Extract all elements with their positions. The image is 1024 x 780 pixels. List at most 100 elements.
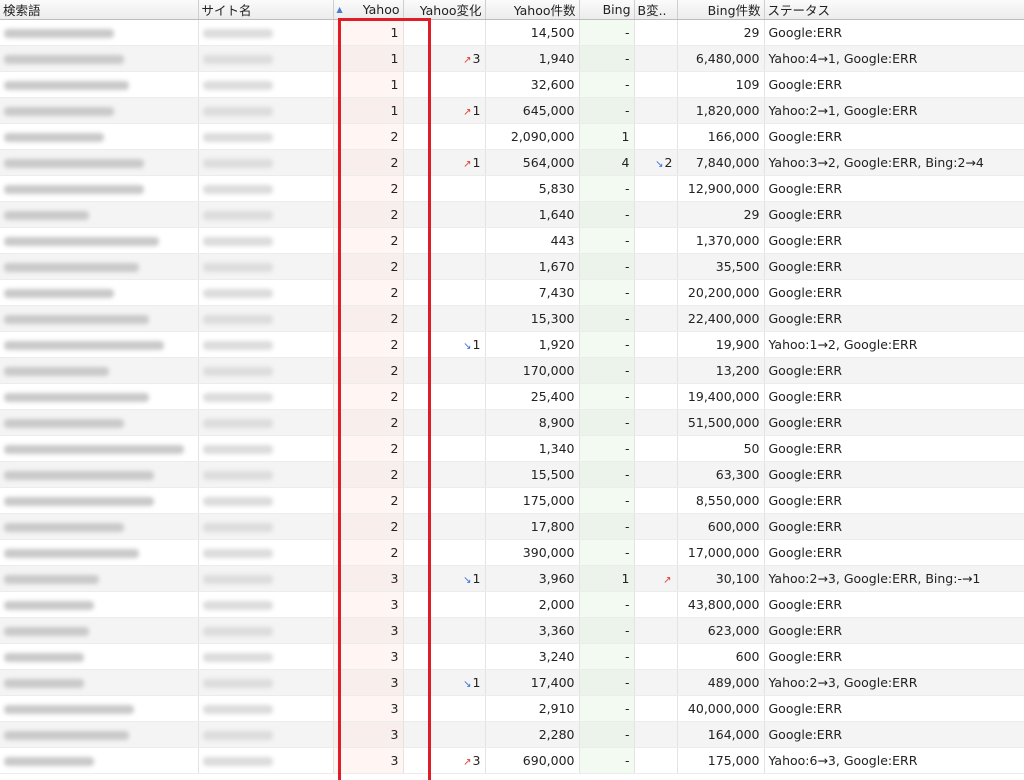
table-row[interactable]: 2 170,000 - 13,200 Google:ERR bbox=[0, 357, 1024, 384]
col-header-site[interactable]: サイト名 bbox=[198, 0, 334, 20]
col-header-yahoo[interactable]: ▲ Yahoo bbox=[333, 0, 404, 20]
site-cell bbox=[198, 513, 334, 540]
yahoo-change-cell bbox=[403, 695, 486, 722]
bing-rank-cell: - bbox=[579, 45, 635, 72]
status-text: Google:ERR bbox=[768, 389, 843, 404]
status-cell: Google:ERR bbox=[764, 175, 1024, 202]
table-row[interactable]: 2 15,500 - 63,300 Google:ERR bbox=[0, 461, 1024, 488]
table-row[interactable]: 2 5,830 - 12,900,000 Google:ERR bbox=[0, 175, 1024, 202]
table-row[interactable]: 2 390,000 - 17,000,000 Google:ERR bbox=[0, 539, 1024, 566]
table-row[interactable]: 2 ↘1 1,920 - 19,900 Yahoo:1→2, Google:ERR bbox=[0, 331, 1024, 358]
blurred-site-name bbox=[202, 731, 273, 740]
yahoo-change-cell: ↘1 bbox=[403, 331, 486, 358]
bing-count: 600,000 bbox=[707, 519, 760, 534]
yahoo-change-value: 1 bbox=[472, 155, 481, 170]
yahoo-change-cell bbox=[403, 721, 486, 748]
table-row[interactable]: 2 175,000 - 8,550,000 Google:ERR bbox=[0, 487, 1024, 514]
table-row[interactable]: 1 32,600 - 109 Google:ERR bbox=[0, 71, 1024, 98]
bing-count: 6,480,000 bbox=[695, 51, 760, 66]
bing-count: 29 bbox=[743, 25, 760, 40]
col-header-yahoo-label: Yahoo bbox=[362, 2, 400, 17]
bing-rank-cell: - bbox=[579, 71, 635, 98]
table-row[interactable]: 1 ↗1 645,000-1,820,000 Yahoo:2→1, Google:ER… bbox=[0, 97, 1024, 124]
yahoo-count-cell: 564,000 bbox=[485, 149, 580, 176]
yahoo-rank-cell: 1 bbox=[333, 45, 404, 72]
bing-rank: 1 bbox=[621, 571, 630, 586]
keyword-cell bbox=[0, 253, 199, 280]
status-cell: Google:ERR bbox=[764, 201, 1024, 228]
blurred-site-name bbox=[202, 627, 273, 636]
yahoo-rank: 3 bbox=[390, 675, 399, 690]
col-header-yahoo-change[interactable]: Yahoo変化 bbox=[403, 0, 486, 20]
table-row[interactable]: 3 3,240 - 600 Google:ERR bbox=[0, 643, 1024, 670]
blurred-keyword bbox=[4, 497, 154, 506]
table-row[interactable]: 3 ↘1 3,960 1 ↗ 30,100 Yahoo:2→3, Google:ERR, B… bbox=[0, 565, 1024, 592]
col-header-keyword[interactable]: 検索語 bbox=[0, 0, 199, 20]
table-row[interactable]: 2 1,340 - 50 Google:ERR bbox=[0, 435, 1024, 462]
table-row[interactable]: 2 ↗1 564,000 4 ↘2 7,840,000 Yahoo:3→2, Google:… bbox=[0, 149, 1024, 176]
bing-count: 43,800,000 bbox=[687, 597, 760, 612]
blurred-site-name bbox=[202, 419, 273, 428]
bing-count: 19,400,000 bbox=[687, 389, 760, 404]
yahoo-change-value: 1 bbox=[472, 337, 481, 352]
status-text: Google:ERR bbox=[768, 597, 843, 612]
blurred-keyword bbox=[4, 523, 124, 532]
bing-count: 164,000 bbox=[707, 727, 760, 742]
bing-count: 7,840,000 bbox=[695, 155, 760, 170]
bing-count-cell: 8,550,000 bbox=[677, 487, 765, 514]
yahoo-count: 3,360 bbox=[538, 623, 575, 638]
bing-rank-cell: - bbox=[579, 279, 635, 306]
table-row[interactable]: 2 7,430 - 20,200,000 Google:ERR bbox=[0, 279, 1024, 306]
status-text: Google:ERR bbox=[768, 701, 843, 716]
bing-rank-cell: 1 bbox=[579, 123, 635, 150]
bing-change-cell bbox=[634, 97, 678, 124]
yahoo-rank: 2 bbox=[390, 155, 399, 170]
table-row[interactable]: 1 14,500 - 29 Google:ERR bbox=[0, 19, 1024, 46]
blurred-keyword bbox=[4, 445, 184, 454]
table-row[interactable]: 3 ↗3 690,000-175,000 Yahoo:6→3, Google:ERR bbox=[0, 747, 1024, 774]
col-header-yahoo-count[interactable]: Yahoo件数 bbox=[485, 0, 580, 20]
bing-rank: - bbox=[624, 389, 630, 404]
bing-count-cell: 1,820,000 bbox=[677, 97, 765, 124]
bing-rank: - bbox=[624, 103, 630, 118]
yahoo-count: 690,000 bbox=[522, 753, 575, 768]
table-row[interactable]: 2 17,800 - 600,000 Google:ERR bbox=[0, 513, 1024, 540]
table-row[interactable]: 2 8,900 - 51,500,000 Google:ERR bbox=[0, 409, 1024, 436]
col-header-bing[interactable]: Bing bbox=[579, 0, 635, 20]
table-row[interactable]: 2 2,090,000 1 166,000 Google:ERR bbox=[0, 123, 1024, 150]
blurred-keyword bbox=[4, 679, 84, 688]
bing-count: 51,500,000 bbox=[687, 415, 760, 430]
table-row[interactable]: 2 15,300 - 22,400,000 Google:ERR bbox=[0, 305, 1024, 332]
yahoo-rank-cell: 2 bbox=[333, 461, 404, 488]
table-row[interactable]: 2 1,640 - 29 Google:ERR bbox=[0, 201, 1024, 228]
table-row[interactable]: 3 3,360 - 623,000 Google:ERR bbox=[0, 617, 1024, 644]
col-header-bing-count[interactable]: Bing件数 bbox=[677, 0, 765, 20]
table-row[interactable]: 1 ↗3 1,940 - 6,480,000 Yahoo:4→1, Google:ERR bbox=[0, 45, 1024, 72]
bing-count: 1,370,000 bbox=[695, 233, 760, 248]
bing-count-cell: 17,000,000 bbox=[677, 539, 765, 566]
bing-count-cell: 43,800,000 bbox=[677, 591, 765, 618]
table-row[interactable]: 3 2,280 - 164,000 Google:ERR bbox=[0, 721, 1024, 748]
bing-rank: - bbox=[624, 623, 630, 638]
blurred-keyword bbox=[4, 315, 149, 324]
yahoo-change-cell bbox=[403, 643, 486, 670]
table-row[interactable]: 2 1,670 - 35,500 Google:ERR bbox=[0, 253, 1024, 280]
table-row[interactable]: 2 25,400 - 19,400,000 Google:ERR bbox=[0, 383, 1024, 410]
status-cell: Yahoo:6→3, Google:ERR bbox=[764, 747, 1024, 774]
blurred-keyword bbox=[4, 471, 154, 480]
blurred-site-name bbox=[202, 549, 273, 558]
status-cell: Yahoo:4→1, Google:ERR bbox=[764, 45, 1024, 72]
col-header-bing-change[interactable]: B変.. bbox=[634, 0, 678, 20]
table-row[interactable]: 2 443 - 1,370,000 Google:ERR bbox=[0, 227, 1024, 254]
bing-rank: - bbox=[624, 363, 630, 378]
bing-count: 19,900 bbox=[715, 337, 760, 352]
table-row[interactable]: 3 2,910 - 40,000,000 Google:ERR bbox=[0, 695, 1024, 722]
table-row[interactable]: 3 2,000 - 43,800,000 Google:ERR bbox=[0, 591, 1024, 618]
table-row[interactable]: 3 ↘1 17,400 - 489,000 Yahoo:2→3, Google:ERR bbox=[0, 669, 1024, 696]
yahoo-change-cell bbox=[403, 409, 486, 436]
col-header-status[interactable]: ステータス bbox=[764, 0, 1024, 20]
site-cell bbox=[198, 461, 334, 488]
blurred-site-name bbox=[202, 523, 273, 532]
bing-rank-cell: - bbox=[579, 539, 635, 566]
blurred-keyword bbox=[4, 55, 124, 64]
